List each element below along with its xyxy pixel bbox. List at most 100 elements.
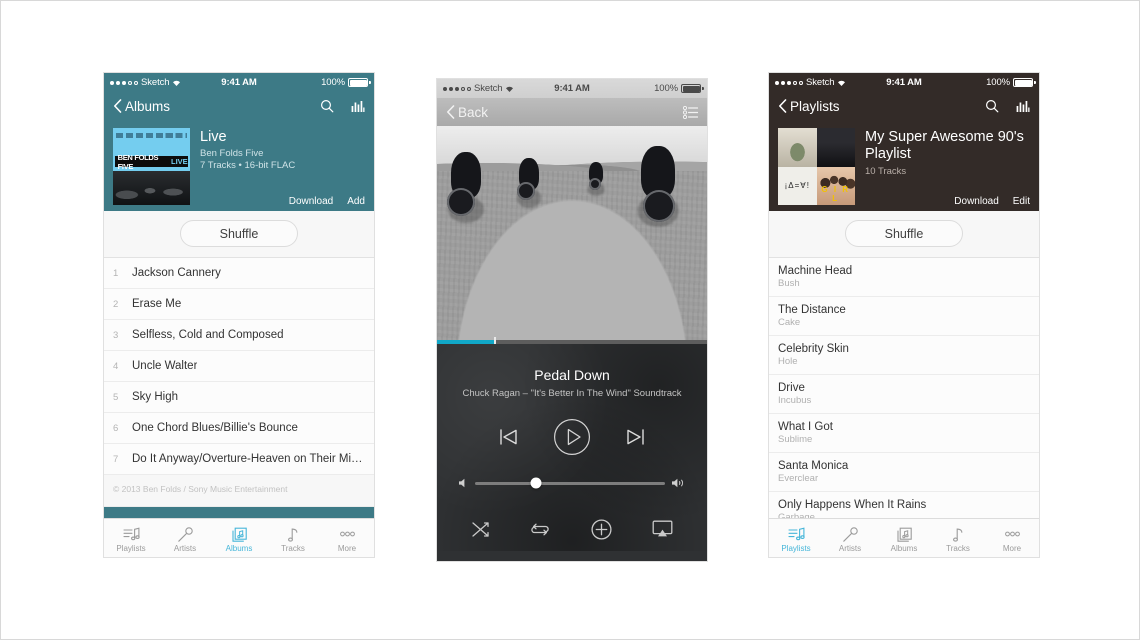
list-item[interactable]: Santa Monica Everclear xyxy=(769,453,1039,492)
now-playing-artwork[interactable] xyxy=(437,126,707,340)
tab-albums[interactable]: Albums xyxy=(877,519,931,557)
table-row[interactable]: 6 One Chord Blues/Billie's Bounce xyxy=(104,413,374,444)
status-bar: Sketch 9:41 AM 100% xyxy=(104,73,374,92)
album-artwork[interactable]: BEN FOLDS FIVE LIVE xyxy=(113,128,190,205)
table-row[interactable]: 3 Selfless, Cold and Composed xyxy=(104,320,374,351)
status-left: Sketch xyxy=(443,83,514,94)
add-icon[interactable] xyxy=(591,518,612,540)
tab-more[interactable]: More xyxy=(985,519,1039,557)
status-bar: Sketch 9:41 AM 100% xyxy=(437,79,707,98)
track-artist: Bush xyxy=(778,278,800,289)
shuffle-icon[interactable] xyxy=(471,521,490,538)
shuffle-row: Shuffle xyxy=(104,211,374,258)
note-icon xyxy=(950,524,967,543)
wifi-icon xyxy=(172,79,181,87)
tab-more[interactable]: More xyxy=(320,519,374,557)
tab-artists[interactable]: Artists xyxy=(158,519,212,557)
download-button[interactable]: Download xyxy=(954,196,998,207)
airplay-icon[interactable] xyxy=(652,520,673,538)
track-artist: Cake xyxy=(778,317,801,328)
volume-high-icon xyxy=(672,478,685,488)
back-button[interactable]: Playlists xyxy=(778,99,840,114)
track-title: Drive xyxy=(778,382,805,394)
equalizer-icon[interactable] xyxy=(351,100,365,113)
search-icon[interactable] xyxy=(320,99,334,113)
tab-albums-label: Albums xyxy=(890,543,918,553)
list-item[interactable]: Machine Head Bush xyxy=(769,258,1039,297)
tab-playlists-label: Playlists xyxy=(116,543,146,553)
shuffle-button[interactable]: Shuffle xyxy=(845,220,963,247)
table-row[interactable]: 7 Do It Anyway/Overture-Heaven on Their … xyxy=(104,444,374,475)
nav-actions xyxy=(985,99,1030,113)
shuffle-button[interactable]: Shuffle xyxy=(180,220,298,247)
download-button[interactable]: Download xyxy=(289,196,333,207)
rider-3-wheel xyxy=(589,178,601,190)
carrier-label: Sketch xyxy=(141,77,170,88)
track-number: 3 xyxy=(113,329,119,341)
track-title: Celebrity Skin xyxy=(778,343,849,355)
table-row[interactable]: 2 Erase Me xyxy=(104,289,374,320)
list-item[interactable]: What I Got Sublime xyxy=(769,414,1039,453)
tab-tracks[interactable]: Tracks xyxy=(931,519,985,557)
table-row[interactable]: 1 Jackson Cannery xyxy=(104,258,374,289)
tab-playlists-label: Playlists xyxy=(781,543,811,553)
playlist-hero: ¡Δ=∀! G I R L My Super Awesome 90's Play… xyxy=(769,120,1039,211)
phone-now-playing: Sketch 9:41 AM 100% Back Pedal Down Chuc… xyxy=(437,79,707,561)
track-title: Jackson Cannery xyxy=(132,267,221,279)
track-title: Machine Head xyxy=(778,265,853,277)
next-track-icon[interactable] xyxy=(625,428,645,446)
status-left: Sketch xyxy=(110,77,181,88)
play-icon[interactable] xyxy=(553,418,591,456)
track-number: 7 xyxy=(113,453,119,465)
tab-playlists[interactable]: Playlists xyxy=(104,519,158,557)
repeat-icon[interactable] xyxy=(530,521,550,538)
previous-track-icon[interactable] xyxy=(499,428,519,446)
playback-controls xyxy=(437,418,707,456)
playlist-info: My Super Awesome 90's Playlist 10 Tracks xyxy=(855,128,1030,205)
nav-actions xyxy=(320,99,365,113)
queue-list-icon[interactable] xyxy=(683,105,698,119)
tab-more-label: More xyxy=(337,543,357,553)
volume-slider[interactable] xyxy=(459,477,685,489)
battery-icon xyxy=(1013,78,1036,87)
track-title: One Chord Blues/Billie's Bounce xyxy=(132,422,298,434)
volume-knob[interactable] xyxy=(530,477,542,489)
album-artist: Ben Folds Five xyxy=(200,148,264,159)
battery-icon xyxy=(348,78,371,87)
back-button[interactable]: Albums xyxy=(113,99,170,114)
edit-button[interactable]: Edit xyxy=(1013,196,1030,207)
playlist-track-list: Machine Head Bush The Distance Cake Cele… xyxy=(769,258,1039,531)
volume-low-icon xyxy=(459,478,468,488)
track-title: The Distance xyxy=(778,304,846,316)
list-item[interactable]: Celebrity Skin Hole xyxy=(769,336,1039,375)
rider-1-wheel xyxy=(447,188,475,216)
now-playing-subtitle: Chuck Ragan – "It's Better In The Wind" … xyxy=(462,388,682,399)
back-button-label: Albums xyxy=(125,98,171,114)
chevron-left-icon xyxy=(113,99,122,113)
list-item[interactable]: Drive Incubus xyxy=(769,375,1039,414)
tab-artists[interactable]: Artists xyxy=(823,519,877,557)
tab-playlists[interactable]: Playlists xyxy=(769,519,823,557)
phone-album-detail: Sketch 9:41 AM 100% Albums BEN FOLDS FIV… xyxy=(104,73,374,557)
back-button[interactable]: Back xyxy=(446,105,488,120)
tab-tracks[interactable]: Tracks xyxy=(266,519,320,557)
tab-albums[interactable]: Albums xyxy=(212,519,266,557)
track-title: Santa Monica xyxy=(778,460,849,472)
battery-icon xyxy=(681,84,704,93)
search-icon[interactable] xyxy=(985,99,999,113)
track-title: Erase Me xyxy=(132,298,182,310)
table-row[interactable]: 5 Sky High xyxy=(104,382,374,413)
playlist-artwork-grid[interactable]: ¡Δ=∀! G I R L xyxy=(778,128,855,205)
add-button[interactable]: Add xyxy=(347,196,365,207)
table-row[interactable]: 4 Uncle Walter xyxy=(104,351,374,382)
list-item[interactable]: The Distance Cake xyxy=(769,297,1039,336)
equalizer-icon[interactable] xyxy=(1016,100,1030,113)
playlist-hero-actions: Download Edit xyxy=(954,196,1030,207)
status-left: Sketch xyxy=(775,77,846,88)
note-icon xyxy=(285,524,302,543)
more-icon xyxy=(339,524,356,543)
track-number: 4 xyxy=(113,360,119,372)
volume-track[interactable] xyxy=(475,477,665,489)
nav-bar: Playlists xyxy=(769,92,1039,120)
tab-albums-label: Albums xyxy=(225,543,253,553)
